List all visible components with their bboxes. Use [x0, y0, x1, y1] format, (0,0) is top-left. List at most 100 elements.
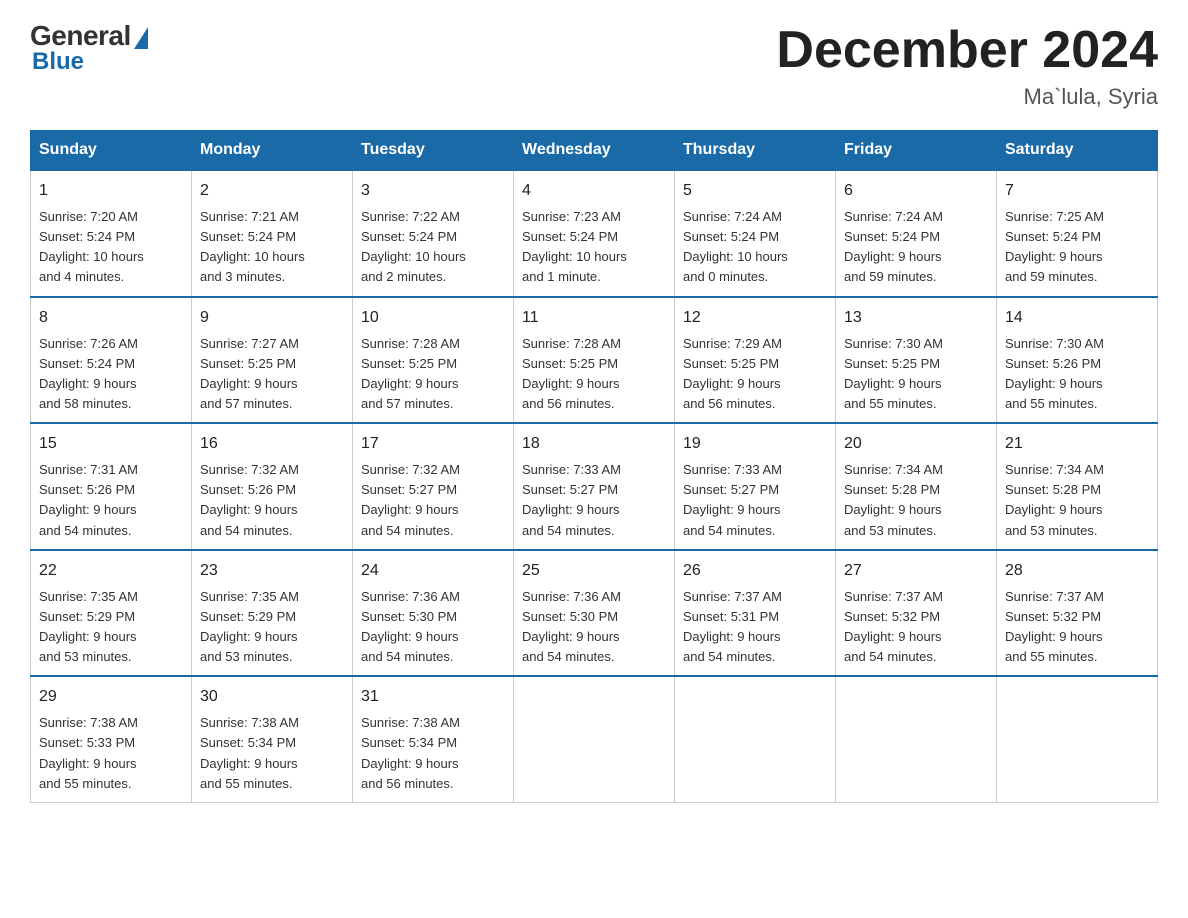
day-number: 23: [200, 559, 344, 583]
day-info: Sunrise: 7:20 AMSunset: 5:24 PMDaylight:…: [39, 207, 183, 288]
logo-triangle-icon: [134, 27, 148, 49]
day-info: Sunrise: 7:25 AMSunset: 5:24 PMDaylight:…: [1005, 207, 1149, 288]
calendar-week-1: 1 Sunrise: 7:20 AMSunset: 5:24 PMDayligh…: [31, 170, 1158, 297]
table-row: 21 Sunrise: 7:34 AMSunset: 5:28 PMDaylig…: [997, 423, 1158, 550]
day-info: Sunrise: 7:37 AMSunset: 5:32 PMDaylight:…: [844, 587, 988, 668]
day-info: Sunrise: 7:28 AMSunset: 5:25 PMDaylight:…: [522, 334, 666, 415]
calendar-week-5: 29 Sunrise: 7:38 AMSunset: 5:33 PMDaylig…: [31, 676, 1158, 802]
day-number: 18: [522, 432, 666, 456]
day-number: 19: [683, 432, 827, 456]
table-row: 24 Sunrise: 7:36 AMSunset: 5:30 PMDaylig…: [353, 550, 514, 677]
table-row: 31 Sunrise: 7:38 AMSunset: 5:34 PMDaylig…: [353, 676, 514, 802]
table-row: 9 Sunrise: 7:27 AMSunset: 5:25 PMDayligh…: [192, 297, 353, 424]
day-number: 8: [39, 306, 183, 330]
table-row: [997, 676, 1158, 802]
day-number: 25: [522, 559, 666, 583]
day-number: 28: [1005, 559, 1149, 583]
day-number: 21: [1005, 432, 1149, 456]
table-row: 5 Sunrise: 7:24 AMSunset: 5:24 PMDayligh…: [675, 170, 836, 297]
day-info: Sunrise: 7:35 AMSunset: 5:29 PMDaylight:…: [39, 587, 183, 668]
day-number: 15: [39, 432, 183, 456]
col-monday: Monday: [192, 131, 353, 171]
day-info: Sunrise: 7:34 AMSunset: 5:28 PMDaylight:…: [1005, 460, 1149, 541]
day-info: Sunrise: 7:32 AMSunset: 5:26 PMDaylight:…: [200, 460, 344, 541]
day-number: 24: [361, 559, 505, 583]
day-number: 7: [1005, 179, 1149, 203]
day-info: Sunrise: 7:38 AMSunset: 5:34 PMDaylight:…: [200, 713, 344, 794]
table-row: 10 Sunrise: 7:28 AMSunset: 5:25 PMDaylig…: [353, 297, 514, 424]
table-row: [675, 676, 836, 802]
day-info: Sunrise: 7:32 AMSunset: 5:27 PMDaylight:…: [361, 460, 505, 541]
day-number: 26: [683, 559, 827, 583]
header-row: Sunday Monday Tuesday Wednesday Thursday…: [31, 131, 1158, 171]
day-number: 4: [522, 179, 666, 203]
table-row: [836, 676, 997, 802]
day-info: Sunrise: 7:38 AMSunset: 5:33 PMDaylight:…: [39, 713, 183, 794]
day-number: 22: [39, 559, 183, 583]
col-sunday: Sunday: [31, 131, 192, 171]
calendar-table: Sunday Monday Tuesday Wednesday Thursday…: [30, 130, 1158, 803]
page-header: General Blue December 2024 Ma`lula, Syri…: [30, 20, 1158, 110]
table-row: 15 Sunrise: 7:31 AMSunset: 5:26 PMDaylig…: [31, 423, 192, 550]
table-row: 22 Sunrise: 7:35 AMSunset: 5:29 PMDaylig…: [31, 550, 192, 677]
calendar-week-4: 22 Sunrise: 7:35 AMSunset: 5:29 PMDaylig…: [31, 550, 1158, 677]
table-row: 16 Sunrise: 7:32 AMSunset: 5:26 PMDaylig…: [192, 423, 353, 550]
day-info: Sunrise: 7:30 AMSunset: 5:25 PMDaylight:…: [844, 334, 988, 415]
calendar-week-2: 8 Sunrise: 7:26 AMSunset: 5:24 PMDayligh…: [31, 297, 1158, 424]
day-info: Sunrise: 7:31 AMSunset: 5:26 PMDaylight:…: [39, 460, 183, 541]
col-friday: Friday: [836, 131, 997, 171]
day-number: 10: [361, 306, 505, 330]
table-row: 7 Sunrise: 7:25 AMSunset: 5:24 PMDayligh…: [997, 170, 1158, 297]
title-section: December 2024 Ma`lula, Syria: [776, 20, 1158, 110]
day-number: 5: [683, 179, 827, 203]
day-info: Sunrise: 7:35 AMSunset: 5:29 PMDaylight:…: [200, 587, 344, 668]
table-row: 2 Sunrise: 7:21 AMSunset: 5:24 PMDayligh…: [192, 170, 353, 297]
day-number: 9: [200, 306, 344, 330]
day-number: 27: [844, 559, 988, 583]
day-number: 3: [361, 179, 505, 203]
month-title: December 2024: [776, 20, 1158, 80]
col-thursday: Thursday: [675, 131, 836, 171]
table-row: 3 Sunrise: 7:22 AMSunset: 5:24 PMDayligh…: [353, 170, 514, 297]
day-info: Sunrise: 7:29 AMSunset: 5:25 PMDaylight:…: [683, 334, 827, 415]
calendar-week-3: 15 Sunrise: 7:31 AMSunset: 5:26 PMDaylig…: [31, 423, 1158, 550]
table-row: 30 Sunrise: 7:38 AMSunset: 5:34 PMDaylig…: [192, 676, 353, 802]
day-info: Sunrise: 7:23 AMSunset: 5:24 PMDaylight:…: [522, 207, 666, 288]
day-info: Sunrise: 7:33 AMSunset: 5:27 PMDaylight:…: [683, 460, 827, 541]
location-text: Ma`lula, Syria: [776, 84, 1158, 110]
day-info: Sunrise: 7:36 AMSunset: 5:30 PMDaylight:…: [361, 587, 505, 668]
table-row: 26 Sunrise: 7:37 AMSunset: 5:31 PMDaylig…: [675, 550, 836, 677]
day-info: Sunrise: 7:38 AMSunset: 5:34 PMDaylight:…: [361, 713, 505, 794]
table-row: 14 Sunrise: 7:30 AMSunset: 5:26 PMDaylig…: [997, 297, 1158, 424]
table-row: 4 Sunrise: 7:23 AMSunset: 5:24 PMDayligh…: [514, 170, 675, 297]
day-number: 2: [200, 179, 344, 203]
day-number: 17: [361, 432, 505, 456]
day-number: 30: [200, 685, 344, 709]
day-info: Sunrise: 7:21 AMSunset: 5:24 PMDaylight:…: [200, 207, 344, 288]
col-wednesday: Wednesday: [514, 131, 675, 171]
day-info: Sunrise: 7:37 AMSunset: 5:32 PMDaylight:…: [1005, 587, 1149, 668]
table-row: 11 Sunrise: 7:28 AMSunset: 5:25 PMDaylig…: [514, 297, 675, 424]
day-info: Sunrise: 7:33 AMSunset: 5:27 PMDaylight:…: [522, 460, 666, 541]
day-info: Sunrise: 7:36 AMSunset: 5:30 PMDaylight:…: [522, 587, 666, 668]
logo: General Blue: [30, 20, 148, 76]
table-row: 8 Sunrise: 7:26 AMSunset: 5:24 PMDayligh…: [31, 297, 192, 424]
day-info: Sunrise: 7:34 AMSunset: 5:28 PMDaylight:…: [844, 460, 988, 541]
day-info: Sunrise: 7:24 AMSunset: 5:24 PMDaylight:…: [844, 207, 988, 288]
day-info: Sunrise: 7:28 AMSunset: 5:25 PMDaylight:…: [361, 334, 505, 415]
col-saturday: Saturday: [997, 131, 1158, 171]
table-row: [514, 676, 675, 802]
day-number: 14: [1005, 306, 1149, 330]
table-row: 18 Sunrise: 7:33 AMSunset: 5:27 PMDaylig…: [514, 423, 675, 550]
day-number: 16: [200, 432, 344, 456]
day-number: 13: [844, 306, 988, 330]
day-info: Sunrise: 7:30 AMSunset: 5:26 PMDaylight:…: [1005, 334, 1149, 415]
logo-blue-text: Blue: [32, 48, 84, 76]
day-number: 20: [844, 432, 988, 456]
day-number: 31: [361, 685, 505, 709]
table-row: 19 Sunrise: 7:33 AMSunset: 5:27 PMDaylig…: [675, 423, 836, 550]
day-number: 1: [39, 179, 183, 203]
col-tuesday: Tuesday: [353, 131, 514, 171]
table-row: 20 Sunrise: 7:34 AMSunset: 5:28 PMDaylig…: [836, 423, 997, 550]
day-number: 6: [844, 179, 988, 203]
